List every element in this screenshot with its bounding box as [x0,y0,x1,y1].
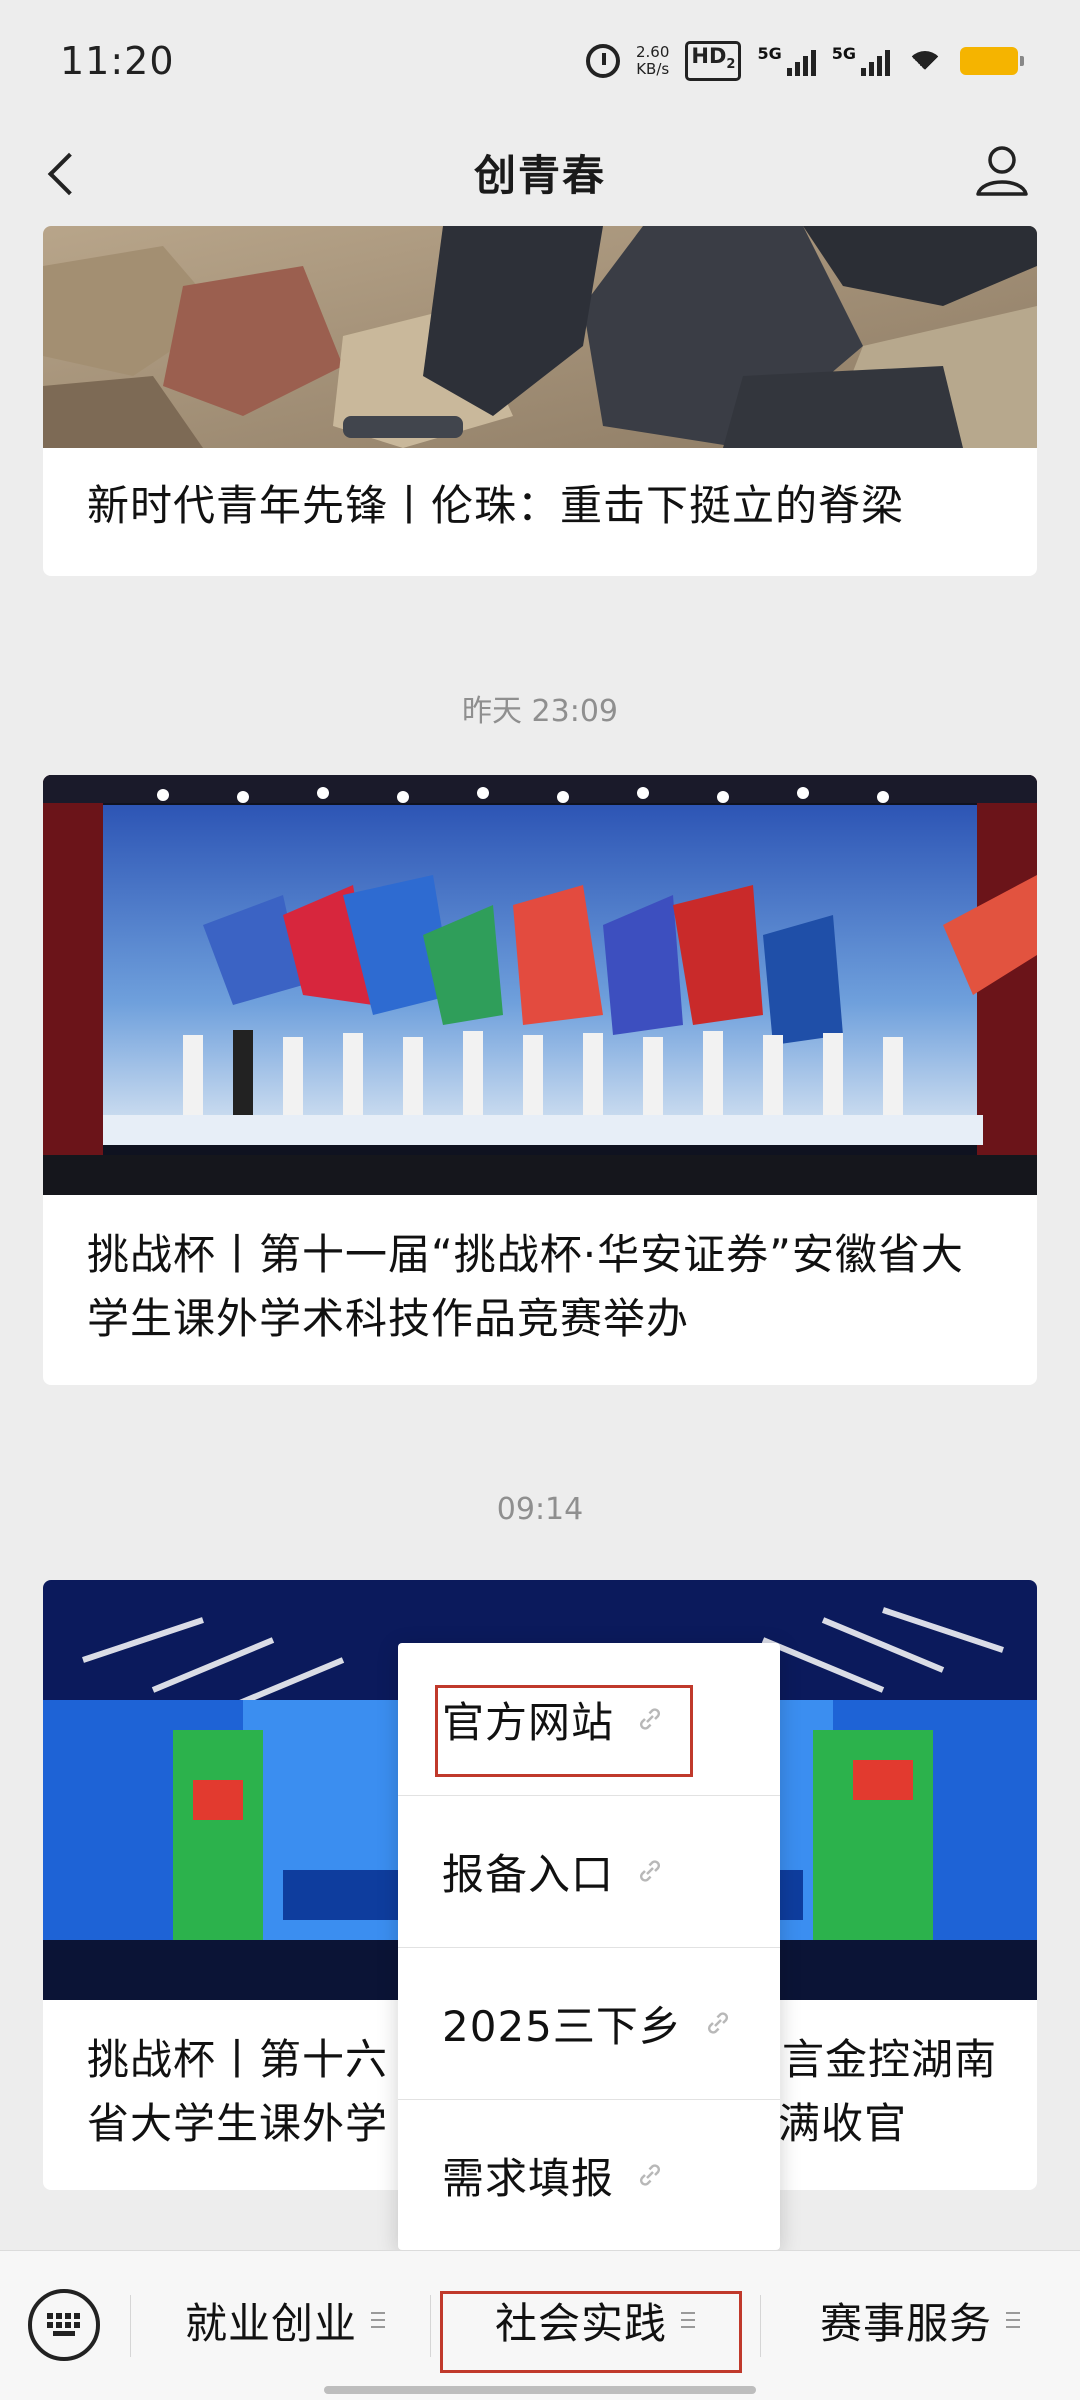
article-card-2[interactable]: 挑战杯丨第十一届“挑战杯·华安证券”安徽省大学生课外学术科技作品竞赛举办 [43,775,1037,1385]
article-title-3-left: 挑战杯丨第十六 [87,2035,389,2084]
link-icon [640,1860,661,1882]
network-speed: 2.60 KB/s [636,44,669,78]
back-button[interactable] [40,148,90,198]
title-bar: 创青春 [0,122,1080,222]
link-icon [640,2164,661,2186]
user-icon [976,146,1028,196]
menu-item-2025-sanxiaxiang[interactable]: 2025三下乡 [398,1947,780,2099]
article-timestamp-3: 09:14 [496,1492,584,1527]
menu-item-label: 报备入口 [442,1849,615,1899]
hd-sub: 2 [726,57,736,73]
tab-separator [130,2295,131,2357]
tab-label: 就业创业 [184,2298,357,2348]
article-title-3-right: 言金控湖南 [781,2035,997,2084]
tab-employment[interactable]: 就业创业 [140,2277,430,2363]
signal-icon-1: 5G [757,44,816,76]
hd-label: HD [691,44,727,69]
keyboard-toggle-button[interactable] [28,2289,100,2361]
network-speed-unit: KB/s [636,60,670,78]
article-title-3-left-2: 省大学生课外学 [87,2099,389,2148]
status-icons: 2.60 KB/s HD2 5G 5G [586,41,1024,81]
menu-item-demand-form[interactable]: 需求填报 [398,2099,780,2251]
article-image-1[interactable] [43,226,1037,448]
tab-separator [430,2295,431,2357]
tab-separator [760,2295,761,2357]
menu-lines-icon [1006,2312,1020,2328]
menu-item-label: 2025三下乡 [442,2001,682,2051]
status-time: 11:20 [60,39,175,83]
menu-item-label: 需求填报 [442,2153,615,2203]
highlight-box-social-practice [440,2291,742,2373]
article-timestamp-2: 昨天 23:09 [462,694,618,729]
article-card-1[interactable]: 新时代青年先锋丨伦珠：重击下挺立的脊梁 [43,226,1037,576]
battery-icon [960,47,1024,75]
wifi-icon [906,47,944,75]
menu-lines-icon [371,2312,385,2328]
profile-button[interactable] [970,138,1034,202]
menu-item-report-entry[interactable]: 报备入口 [398,1795,780,1947]
hd-voice-icon: HD2 [685,41,742,81]
page-title: 创青春 [473,150,606,200]
alarm-icon [586,44,620,78]
tab-label: 赛事服务 [819,2298,992,2348]
keyboard-icon [47,2313,80,2336]
status-bar: 11:20 2.60 KB/s HD2 5G 5G [0,0,1080,122]
highlight-box-official-website [435,1685,693,1777]
network-speed-value: 2.60 [636,43,670,61]
link-icon [707,2012,728,2034]
signal-label-2: 5G [831,44,856,63]
tab-competition-service[interactable]: 赛事服务 [770,2277,1070,2363]
article-title-1[interactable]: 新时代青年先锋丨伦珠：重击下挺立的脊梁 [87,474,997,538]
article-title-2[interactable]: 挑战杯丨第十一届“挑战杯·华安证券”安徽省大学生课外学术科技作品竞赛举办 [87,1223,997,1351]
signal-icon-2: 5G [832,46,890,76]
signal-label-1: 5G [757,44,782,63]
article-title-3-right-2: 满收官 [777,2099,907,2148]
home-indicator[interactable] [324,2386,756,2394]
article-image-2[interactable] [43,775,1037,1195]
